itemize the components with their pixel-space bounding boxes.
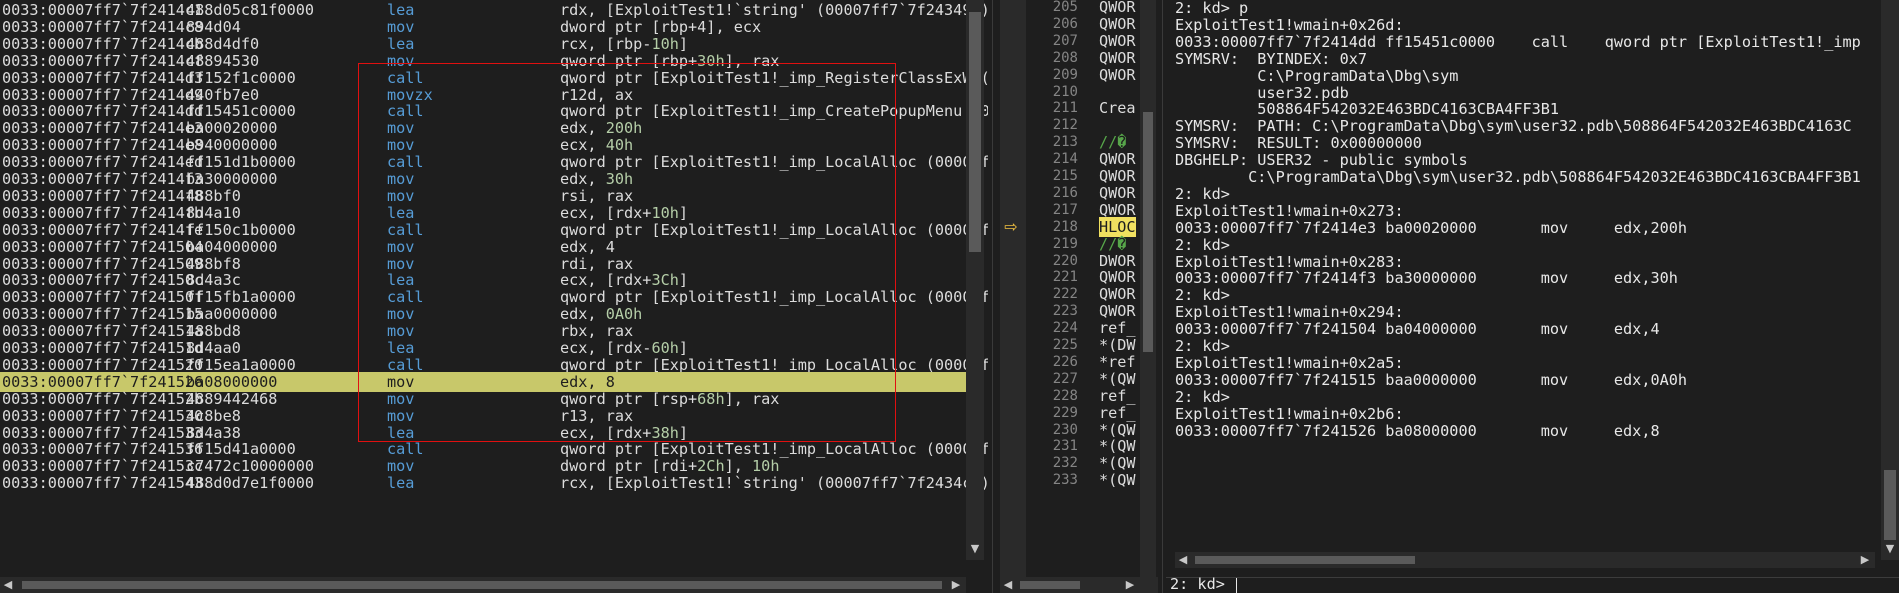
- scroll-left-arrow-icon[interactable]: ◀: [1175, 553, 1191, 566]
- scroll-left-arrow-icon[interactable]: ◀: [0, 578, 16, 591]
- text-caret: [1236, 578, 1237, 593]
- source-pane[interactable]: 205 QWOR 206 QWOR 207 QWOR 208 QWOR 209 QWOR 210 21…: [1000, 0, 1158, 593]
- scroll-left-arrow-icon[interactable]: ◀: [1000, 578, 1016, 591]
- scroll-down-arrow-icon[interactable]: ▼: [966, 542, 984, 555]
- command-pane[interactable]: 2: kd> p ExploitTest1!wmain+0x26d: 0033:00…: [1166, 0, 1899, 593]
- disassembly-horizontal-scrollbar[interactable]: ◀ ▶: [0, 577, 966, 593]
- scroll-right-arrow-icon[interactable]: ▶: [1122, 578, 1138, 591]
- command-output-line: 0033:00007ff7`7f241515 baa0000000 mov ed…: [1175, 370, 1688, 389]
- disasm-row[interactable]: 0033:00007ff7`7f241543 488d0d7e1f0000 lea r…: [0, 473, 988, 494]
- instruction-mnemonic: lea: [387, 474, 415, 493]
- scroll-down-arrow-icon[interactable]: ▼: [1881, 542, 1899, 555]
- source-hscroll-thumb[interactable]: [1020, 581, 1080, 589]
- command-horizontal-scrollbar[interactable]: ◀ ▶: [1175, 552, 1875, 568]
- source-scroll-thumb[interactable]: [1143, 112, 1153, 352]
- command-output-line: 0033:00007ff7`7f2414e3 ba00020000 mov ed…: [1175, 218, 1688, 237]
- pane-divider[interactable]: [992, 0, 993, 593]
- scroll-right-arrow-icon[interactable]: ▶: [1857, 553, 1873, 566]
- instruction-bytes: 488d0d7e1f0000: [186, 474, 315, 493]
- annotation-highlight-box: [358, 63, 896, 442]
- instruction-operands: rcx, [ExploitTest1!`string' (00007ff7`7f…: [560, 473, 988, 494]
- disassembly-hscroll-thumb[interactable]: [22, 581, 942, 589]
- command-hscroll-thumb[interactable]: [1195, 556, 1415, 564]
- command-output-line: 0033:00007ff7`7f241504 ba04000000 mov ed…: [1175, 320, 1660, 339]
- command-output-line: 0033:00007ff7`7f241526 ba08000000 mov ed…: [1175, 421, 1660, 440]
- source-line[interactable]: 233 *(QW: [1000, 470, 1158, 491]
- scroll-right-arrow-icon[interactable]: ▶: [948, 578, 964, 591]
- instruction-address: 0033:00007ff7`7f241543: [2, 474, 204, 493]
- command-vertical-scrollbar[interactable]: ▼: [1881, 0, 1899, 560]
- disassembly-scroll-thumb[interactable]: [969, 12, 981, 252]
- operand-text: rcx, [ExploitTest1!`string' (00007ff7`7f…: [560, 474, 988, 493]
- command-output-line: C:\ProgramData\Dbg\sym\user32.pdb\508864…: [1175, 168, 1861, 186]
- line-number: 233: [1052, 472, 1078, 489]
- source-horizontal-scrollbar[interactable]: ◀ ▶: [1000, 577, 1158, 593]
- command-scroll-thumb[interactable]: [1884, 470, 1896, 540]
- source-vertical-scrollbar[interactable]: [1140, 0, 1156, 577]
- command-input[interactable]: 2: kd>: [1166, 575, 1899, 593]
- disassembly-vertical-scrollbar[interactable]: ▼: [966, 0, 984, 560]
- disassembly-pane[interactable]: 0033:00007ff7`7f2414c1 488d05c81f0000 lea r…: [0, 0, 988, 593]
- pane-divider[interactable]: [1162, 0, 1163, 593]
- command-prompt: 2: kd>: [1170, 575, 1225, 593]
- source-code: *(QW: [1099, 471, 1136, 490]
- command-output-line: 0033:00007ff7`7f2414f3 ba30000000 mov ed…: [1175, 269, 1678, 288]
